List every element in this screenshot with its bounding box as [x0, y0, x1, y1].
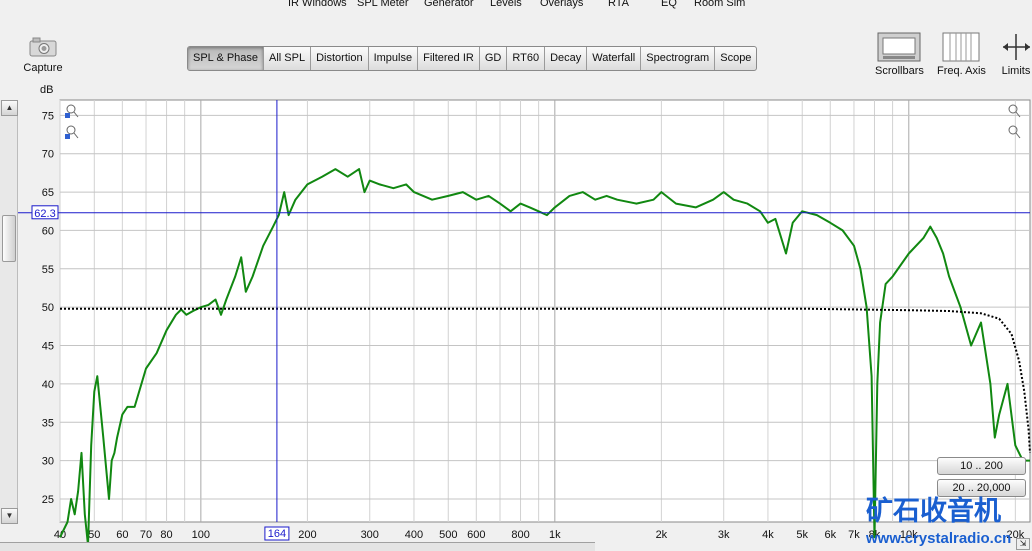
cursor-freq-label: 164 — [268, 528, 286, 540]
y-tick-label: 65 — [42, 187, 54, 199]
x-tick-label: 3k — [718, 529, 730, 541]
capture-label: Capture — [23, 62, 63, 74]
x-tick-label: 70 — [140, 529, 152, 541]
scroll-thumb[interactable] — [2, 215, 16, 262]
y-tick-label: 40 — [42, 379, 54, 391]
x-tick-label: 7k — [848, 529, 860, 541]
freq-axis-label: Freq. Axis — [937, 65, 986, 77]
menu-eq[interactable]: EQ — [661, 0, 677, 9]
view-tabs: SPL & Phase All SPL Distortion Impulse F… — [187, 46, 758, 71]
watermark-url: www.crystalradio.cn — [866, 530, 1012, 547]
menu-spl-meter[interactable]: SPL Meter — [357, 0, 409, 9]
y-tick-label: 45 — [42, 341, 54, 353]
range-10-200-button[interactable]: 10 .. 200 — [937, 457, 1026, 475]
spl-chart[interactable]: 25 30 35 40 45 50 55 60 65 70 75 40 50 60 70 80 100 200 3… — [0, 0, 1032, 550]
tab-rt60[interactable]: RT60 — [507, 47, 546, 70]
limits-icon — [1000, 32, 1032, 62]
x-tick-label: 6k — [824, 529, 836, 541]
x-tick-label: 40 — [54, 529, 66, 541]
scroll-down-icon[interactable]: ▼ — [1, 508, 18, 524]
cursor-freq-box — [264, 526, 290, 541]
tab-spectrogram[interactable]: Spectrogram — [641, 47, 716, 70]
x-tick-label: 4k — [762, 529, 774, 541]
tab-distortion[interactable]: Distortion — [311, 47, 369, 70]
x-tick-label: 1k — [549, 529, 561, 541]
vertical-scrollbar[interactable]: ▲ ▼ — [0, 100, 18, 524]
freq-axis-button[interactable]: Freq. Axis — [937, 32, 986, 77]
y-tick-label: 55 — [42, 264, 54, 276]
scrollbars-label: Scrollbars — [875, 65, 924, 77]
y-tick-label: 75 — [42, 110, 54, 122]
limits-label: Limits — [1001, 65, 1031, 77]
menu-room-sim[interactable]: Room Sim — [694, 0, 745, 9]
tab-all-spl[interactable]: All SPL — [264, 47, 312, 70]
y-tick-label: 25 — [42, 494, 54, 506]
zoom-out-icon[interactable] — [65, 125, 79, 139]
tab-waterfall[interactable]: Waterfall — [587, 47, 642, 70]
x-tick-label: 300 — [361, 529, 379, 541]
x-tick-label: 500 — [439, 529, 457, 541]
y-tick-label: 35 — [42, 417, 54, 429]
limits-button[interactable]: Limits — [1000, 32, 1032, 77]
menu-overlays[interactable]: Overlays — [540, 0, 583, 9]
menu-generator[interactable]: Generator — [424, 0, 474, 9]
tab-impulse[interactable]: Impulse — [369, 47, 419, 70]
cursor-level-box — [31, 205, 59, 220]
x-tick-label: 400 — [405, 529, 423, 541]
resize-grip-icon[interactable]: ⇲ — [1016, 538, 1030, 550]
capture-button[interactable]: Capture — [20, 36, 66, 74]
tab-filtered-ir[interactable]: Filtered IR — [418, 47, 480, 70]
x-tick-label: 600 — [467, 529, 485, 541]
x-tick-label: 800 — [511, 529, 529, 541]
plot-area[interactable] — [59, 99, 1031, 523]
camera-icon — [28, 36, 58, 58]
tab-scope[interactable]: Scope — [715, 47, 756, 70]
x-tick-label: 200 — [298, 529, 316, 541]
x-tick-label: 50 — [88, 529, 100, 541]
scroll-up-icon[interactable]: ▲ — [1, 100, 18, 116]
scrollbars-icon — [877, 32, 921, 62]
zoom-out-right-icon[interactable] — [1008, 125, 1021, 139]
cursor-level-label: 62.3 — [34, 208, 55, 220]
tab-gd[interactable]: GD — [480, 47, 508, 70]
y-tick-label: 30 — [42, 456, 54, 468]
watermark-logo: 矿石收音机 — [866, 496, 1001, 526]
zoom-in-icon[interactable] — [65, 104, 79, 118]
x-tick-label: 60 — [116, 529, 128, 541]
y-tick-label: 70 — [42, 149, 54, 161]
freq-axis-icon — [942, 32, 980, 62]
x-tick-label: 100 — [192, 529, 210, 541]
x-tick-label: 80 — [160, 529, 172, 541]
tab-decay[interactable]: Decay — [545, 47, 588, 70]
menu-ir-windows[interactable]: IR Windows — [288, 0, 347, 9]
y-tick-label: 50 — [42, 302, 54, 314]
scrollbars-button[interactable]: Scrollbars — [875, 32, 924, 77]
menu-levels[interactable]: Levels — [490, 0, 522, 9]
x-tick-label: 5k — [796, 529, 808, 541]
reference-dotted-series — [60, 307, 1031, 453]
menu-rta[interactable]: RTA — [608, 0, 629, 9]
top-menu: IR Windows SPL Meter Generator Levels Ov… — [0, 0, 1032, 12]
x-tick-label: 2k — [656, 529, 668, 541]
zoom-in-right-icon[interactable] — [1008, 104, 1021, 118]
y-tick-label: 60 — [42, 225, 54, 237]
y-axis-unit: dB — [40, 84, 54, 96]
tab-spl-phase[interactable]: SPL & Phase — [188, 47, 265, 70]
